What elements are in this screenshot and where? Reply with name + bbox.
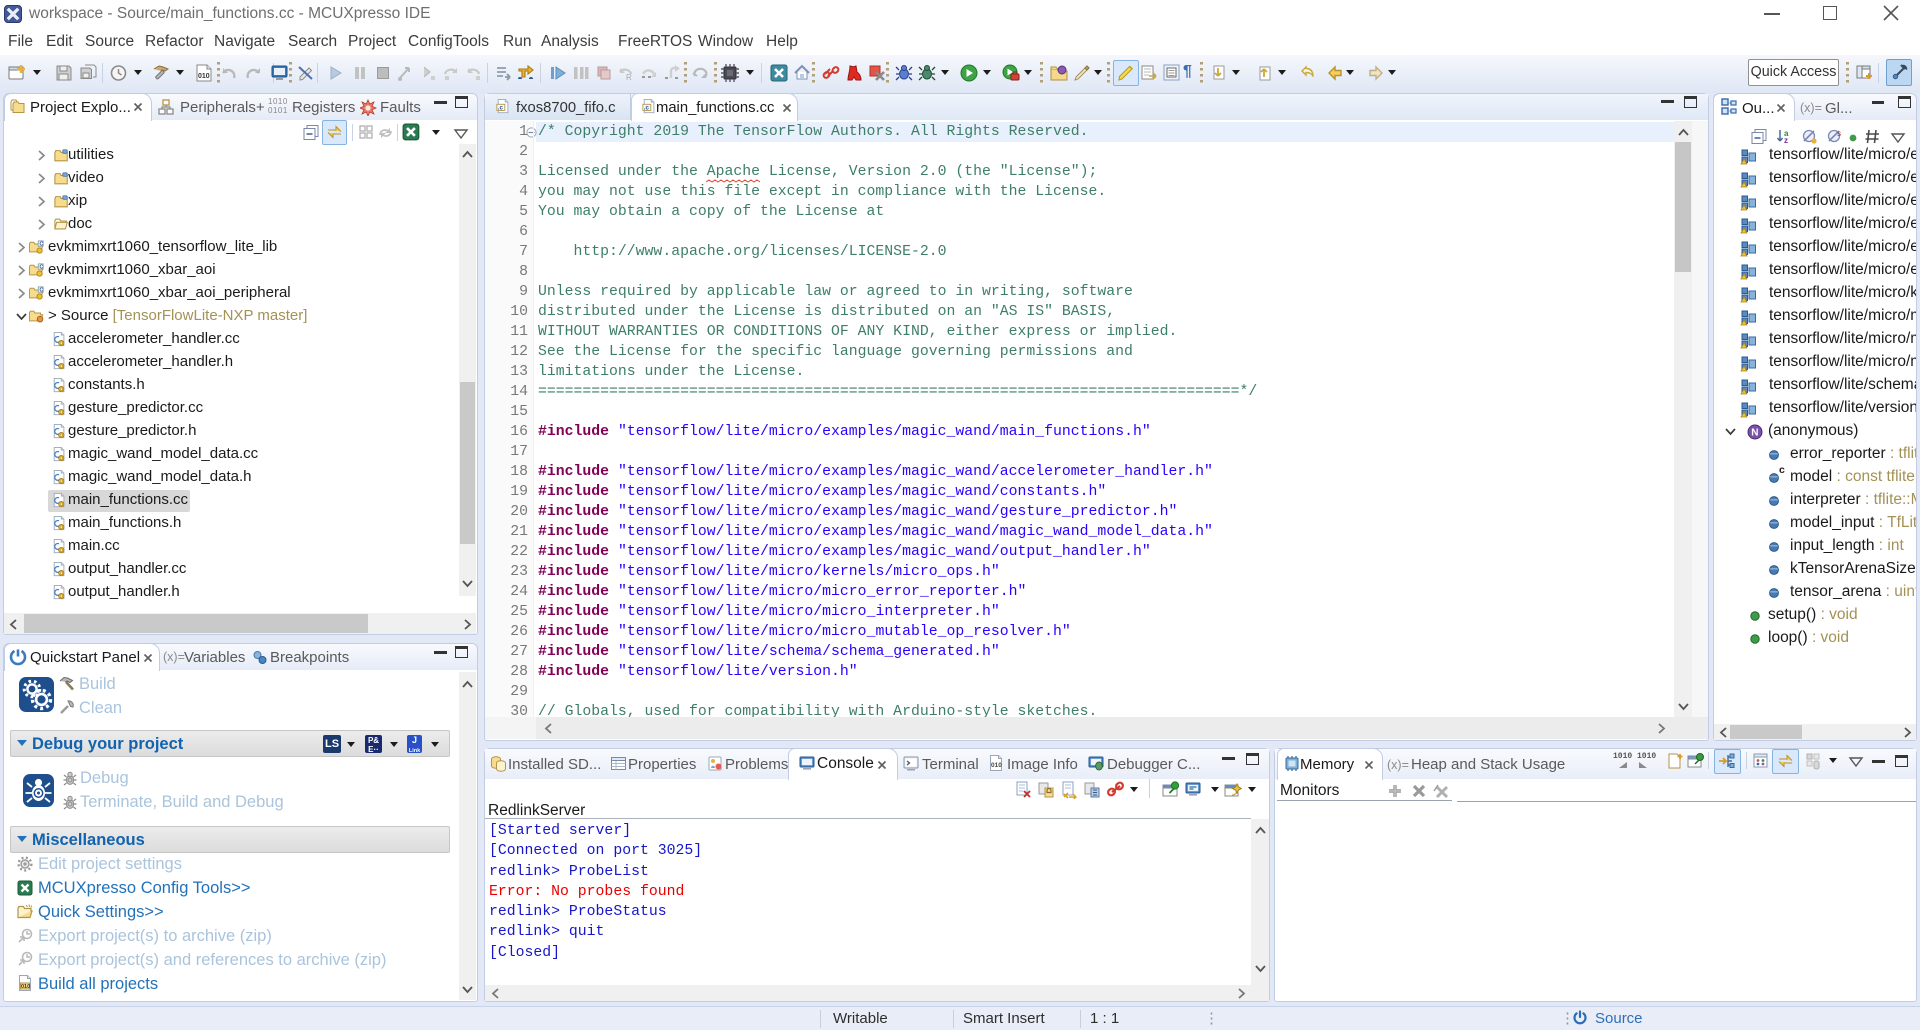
svg-text:R: R [626, 73, 632, 82]
svg-text:010: 010 [198, 73, 210, 80]
svg-text:s: s [1837, 129, 1841, 138]
